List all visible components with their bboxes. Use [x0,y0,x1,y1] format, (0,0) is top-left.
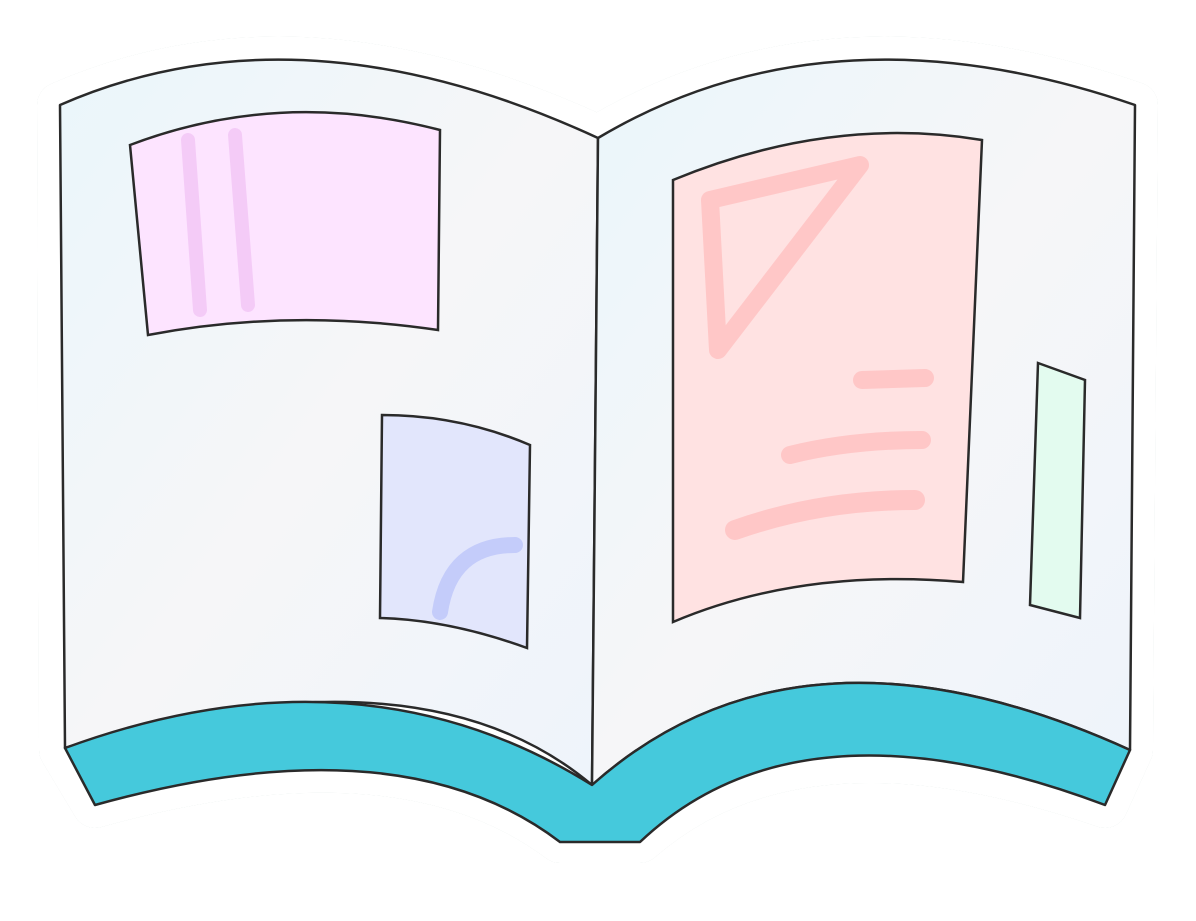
pink-image-panel [128,110,442,337]
lavender-image-panel [378,413,532,650]
open-book-illustration [37,36,1158,863]
salmon-image-panel [671,131,984,624]
mint-image-panel [1028,361,1087,620]
